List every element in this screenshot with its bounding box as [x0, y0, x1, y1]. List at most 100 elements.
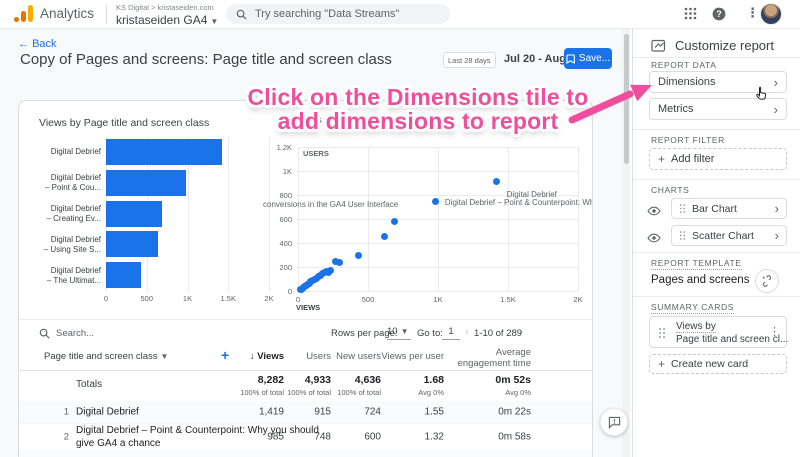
add-filter-label: Add filter — [671, 153, 715, 165]
scatter-point — [326, 267, 334, 275]
analytics-logo-icon[interactable] — [14, 5, 34, 23]
bar-chart-category-labels: Digital Debrief Digital Debrief – Point & … — [27, 137, 101, 291]
scatter-y-tick-label: 400 — [279, 239, 292, 248]
bar-category-label: Digital Debrief – Creating Ev... — [46, 203, 101, 223]
report-template-name: Pages and screens — [651, 274, 750, 286]
scatter-chart-plot: USERS Digital Debrief Digital Debrief – P… — [296, 147, 592, 294]
column-header-users[interactable]: Users — [306, 351, 331, 362]
global-search-input[interactable]: Try searching "Data Streams" — [226, 4, 450, 24]
scatter-clipped-point-label: conversions in the GA4 User Interface — [263, 200, 399, 209]
scatter-gridline — [578, 147, 579, 291]
chevron-right-icon: › — [774, 201, 779, 216]
metrics-tile[interactable]: Metrics › — [649, 98, 787, 120]
bar — [106, 200, 163, 227]
drag-handle-icon[interactable] — [679, 203, 686, 214]
scatter-x-tick-label: 2K — [573, 295, 583, 304]
plus-icon: + — [658, 152, 666, 166]
apps-grid-icon[interactable] — [684, 7, 697, 20]
row-index: 1 — [63, 406, 69, 418]
chart-tile-label: Bar Chart — [692, 202, 737, 215]
date-preset-chip[interactable]: Last 28 days — [443, 52, 496, 68]
dimension-column-label: Page title and screen class — [44, 351, 158, 362]
bookmark-save-icon — [566, 53, 575, 64]
chevron-right-icon: › — [773, 74, 778, 90]
scatter-point-label: Digital Debrief – Point & Counterpoint: … — [444, 198, 592, 208]
back-link[interactable]: ← Back — [18, 38, 57, 50]
plus-icon: + — [658, 357, 666, 371]
add-column-button[interactable]: + — [221, 347, 229, 363]
totals-cell: 4,636 100% of total — [337, 374, 381, 397]
bar-gridline — [228, 137, 230, 291]
unlink-template-button[interactable] — [755, 269, 779, 293]
bar-x-tick-label: 500 — [140, 294, 154, 303]
scatter-y-tick-label: 1.2K — [276, 143, 292, 152]
totals-cell: 8,282 100% of total — [240, 374, 284, 397]
bar — [106, 169, 187, 196]
table-header-row: Page title and screen class ▼ + ↓ Views Us… — [19, 345, 592, 371]
bar-chart-plot — [106, 137, 270, 291]
totals-label: Totals — [76, 379, 103, 390]
row-value: 600 — [364, 431, 381, 443]
bar-x-tick-label: 1K — [182, 294, 193, 303]
chevron-down-icon: ▼ — [400, 327, 409, 336]
metrics-label: Metrics — [658, 103, 694, 115]
scatter-gridline — [298, 243, 578, 244]
table-row[interactable]: 3Digital Debrief – Creating Events and C… — [19, 451, 592, 457]
kebab-menu-icon[interactable]: ⋮ — [746, 5, 759, 21]
bar-chart-x-axis: 0 500 1K 1.5K 2K — [104, 294, 274, 304]
summary-card-tile[interactable]: Views by Page title and screen cl... ⋮ — [649, 316, 788, 348]
create-new-card-button[interactable]: + Create new card — [649, 354, 787, 374]
bar-category-label: Digital Debrief – Point & Cou... — [44, 173, 101, 193]
visibility-eye-icon[interactable] — [647, 206, 661, 216]
goto-page-input[interactable]: 1 — [442, 326, 460, 340]
scatter-gridline — [298, 219, 578, 220]
chart-tile-bar-chart[interactable]: Bar Chart › — [671, 198, 787, 219]
scatter-x-tick-label: 1.5K — [500, 295, 516, 304]
account-switcher[interactable]: KS Digital > kristaseiden.com kristaseid… — [116, 3, 218, 27]
chart-tile-scatter-chart[interactable]: Scatter Chart › — [671, 225, 787, 246]
svg-text:?: ? — [716, 9, 722, 19]
scatter-point — [391, 218, 399, 226]
table-toolbar: Search... Rows per page: 10 ▼ Go to: 1 ‹ … — [19, 319, 592, 346]
card-kebab-menu-icon[interactable]: ⋮ — [769, 325, 780, 338]
account-breadcrumb: KS Digital > kristaseiden.com — [116, 3, 214, 12]
row-name: Digital Debrief — [76, 406, 139, 418]
user-avatar[interactable] — [760, 3, 782, 25]
feedback-button[interactable] — [600, 408, 628, 436]
bar-category-label: Digital Debrief – Using Site S... — [43, 234, 101, 254]
totals-value: 1.68 — [423, 374, 444, 386]
column-header-average-engagement-time[interactable]: Average engagement time — [449, 347, 531, 369]
table-search-icon — [39, 328, 50, 339]
column-header-new-users[interactable]: New users — [336, 351, 381, 362]
chevron-down-icon: ▼ — [210, 17, 219, 26]
report-data-section-label: REPORT DATA — [651, 60, 717, 70]
create-new-card-label: Create new card — [671, 358, 749, 370]
column-header-views[interactable]: ↓ Views — [250, 351, 284, 362]
chevron-right-icon: › — [773, 101, 778, 117]
chart-visibility-toggle[interactable] — [647, 230, 661, 248]
table-search-input[interactable]: Search... — [56, 328, 94, 339]
next-page-icon[interactable]: › — [519, 326, 523, 338]
scatter-gridline — [298, 267, 578, 268]
row-value: 985 — [267, 431, 284, 443]
save-button[interactable]: Save... — [564, 48, 612, 69]
table-row[interactable]: 1 Digital Debrief 1,419 915 724 1.55 0m 22s — [19, 401, 592, 424]
rows-per-page-select[interactable]: 10 ▼ — [387, 326, 411, 340]
chart-visibility-toggle[interactable] — [647, 203, 661, 221]
help-icon[interactable]: ? — [712, 7, 726, 21]
app-header: Analytics KS Digital > kristaseiden.com … — [0, 0, 800, 29]
drag-handle-icon[interactable] — [658, 327, 666, 339]
row-value: 724 — [364, 406, 381, 418]
drag-handle-icon[interactable] — [679, 230, 686, 241]
report-template-section-label: REPORT TEMPLATE — [651, 258, 742, 270]
add-filter-button[interactable]: + Add filter — [649, 148, 787, 170]
column-header-views-per-user[interactable]: Views per user — [381, 351, 444, 362]
bar-chart-title: Views by Page title and screen class — [39, 117, 210, 129]
dimension-column-header[interactable]: Page title and screen class ▼ — [44, 351, 168, 362]
summary-card-metric: Views by — [676, 321, 716, 333]
visibility-eye-icon[interactable] — [647, 233, 661, 243]
totals-cell: 4,933 100% of total — [287, 374, 331, 397]
table-row[interactable]: 2 Digital Debrief – Point & Counterpoint:… — [19, 423, 592, 452]
row-value: 0m 22s — [498, 406, 531, 418]
prev-page-icon[interactable]: ‹ — [465, 326, 469, 338]
